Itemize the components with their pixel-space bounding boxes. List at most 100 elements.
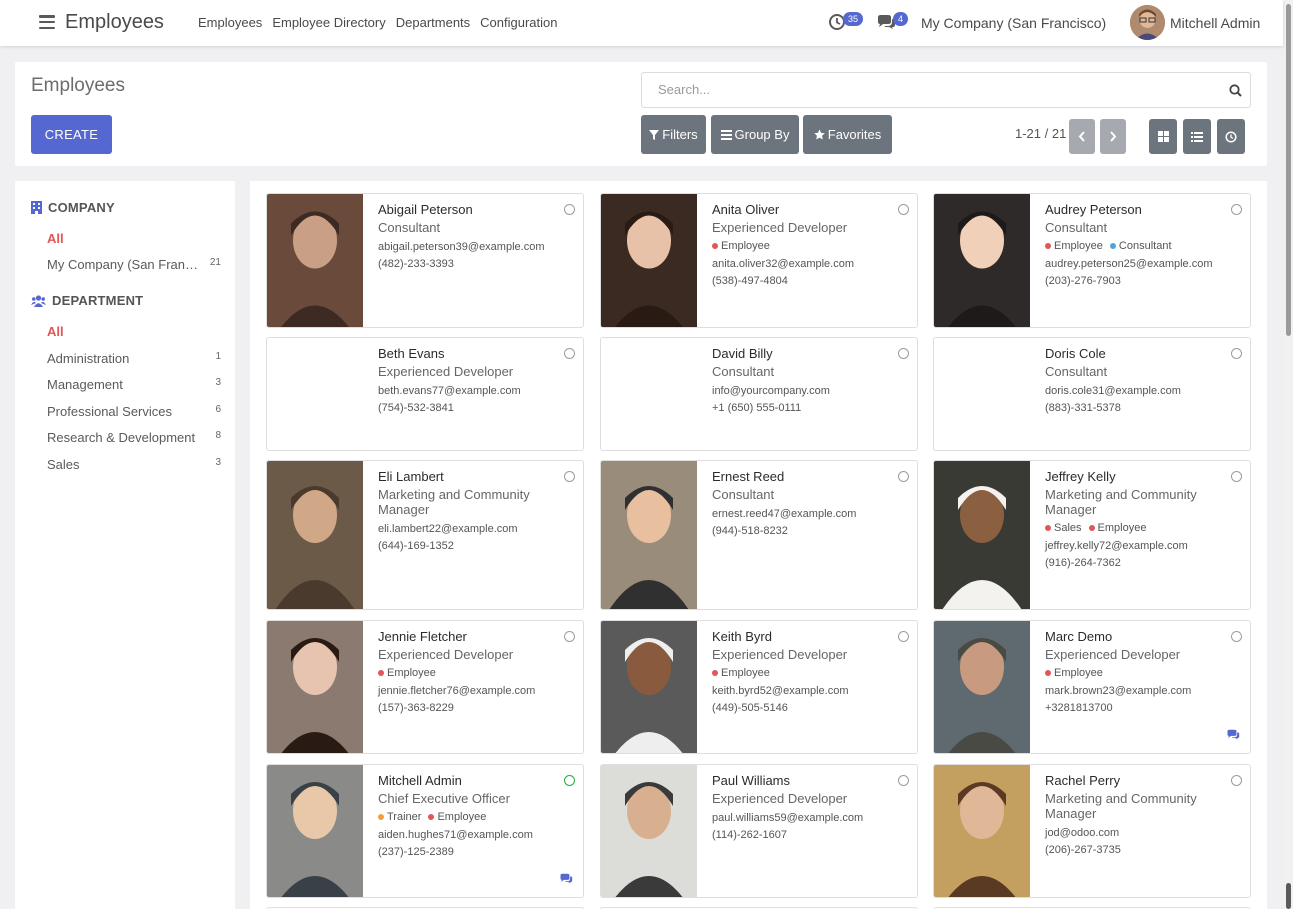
employee-email: eli.lambert22@example.com [378,523,518,535]
kanban-icon [1157,131,1169,142]
employee-photo [267,765,363,897]
department-filter-professional-services[interactable]: Professional Services 6 [47,404,221,419]
employee-name: Jeffrey Kelly [1045,469,1116,484]
group-by-button[interactable]: Group By [711,115,799,154]
chat-icon[interactable] [1226,728,1240,743]
company-filter-all[interactable]: All [47,231,221,246]
employee-card[interactable]: Rachel Perry Marketing and Community Mana… [933,764,1251,898]
employee-tag: Trainer [378,811,421,823]
employee-job-title: Chief Executive Officer [378,791,510,806]
menu-departments[interactable]: Departments [396,15,470,30]
employee-card[interactable]: Jennie Fletcher Experienced Developer Empl… [266,620,584,754]
offline-status-icon [564,204,575,215]
offline-status-icon [898,204,909,215]
employee-email: aiden.hughes71@example.com [378,829,533,841]
department-filter-administration[interactable]: Administration 1 [47,351,221,366]
user-menu[interactable]: Mitchell Admin [1170,15,1260,31]
scrollbar-thumb[interactable] [1286,4,1291,336]
department-filter-management[interactable]: Management 3 [47,377,221,392]
employee-card[interactable]: Abigail Peterson Consultant abigail.peters… [266,193,584,328]
employee-job-title: Experienced Developer [712,647,848,662]
employee-card[interactable]: Anita Oliver Experienced Developer Employe… [600,193,918,328]
page-scrollbar[interactable] [1285,0,1293,909]
activity-view-button[interactable] [1217,119,1245,154]
tag-color-dot [1045,525,1051,531]
scrollbar-thumb-lower[interactable] [1286,883,1291,909]
search-icon[interactable] [1229,84,1242,100]
employee-name: Abigail Peterson [378,202,473,217]
tag-label: Consultant [1118,240,1172,252]
list-view-button[interactable] [1183,119,1211,154]
employee-tags: Employee [378,667,578,679]
filters-label: Filters [662,127,698,142]
user-avatar[interactable] [1130,5,1165,40]
employee-info: Audrey Peterson Consultant Employee Consult… [1045,202,1245,287]
offline-status-icon [1231,204,1242,215]
top-navbar: Employees Employees Employee Directory D… [0,0,1283,46]
tag-color-dot [1088,525,1095,531]
department-filter-research-development[interactable]: Research & Development 8 [47,430,221,445]
create-button[interactable]: CREATE [31,115,112,154]
menu-employee-directory[interactable]: Employee Directory [272,15,385,30]
favorites-button[interactable]: Favorites [803,115,892,154]
employee-card[interactable]: David Billy Consultant info@yourcompany.co… [600,337,918,451]
filter-count: 8 [215,430,221,441]
employee-photo [934,765,1030,897]
employee-card[interactable]: Ernest Reed Consultant ernest.reed47@examp… [600,460,918,610]
employee-card[interactable]: Marc Demo Experienced Developer Employee ma… [933,620,1251,754]
search-input[interactable] [658,82,1198,97]
employee-card[interactable]: Mitchell Admin Chief Executive Officer Tra… [266,764,584,898]
menu-employees[interactable]: Employees [198,15,262,30]
kanban-view-button[interactable] [1149,119,1177,154]
app-title[interactable]: Employees [65,11,164,34]
filter-label: Administration [47,351,130,366]
company-filter-my-company[interactable]: My Company (San Francisco) 21 [47,257,221,272]
employee-card[interactable]: Doris Cole Consultant doris.cole31@example… [933,337,1251,451]
employee-kanban: Abigail Peterson Consultant abigail.peters… [250,181,1267,909]
employee-job-title: Experienced Developer [1045,647,1181,662]
employee-job-title: Marketing and Community Manager [1045,791,1197,821]
employee-job-title: Experienced Developer [378,364,514,379]
pager-value[interactable]: 1-21 / 21 [1015,126,1066,141]
employee-tags: Trainer Employee [378,811,578,823]
pager-previous-button[interactable] [1069,119,1095,154]
filter-label: Sales [47,457,80,472]
filter-count: 21 [209,257,221,268]
chat-icon[interactable] [559,872,573,887]
employee-email: ernest.reed47@example.com [712,508,857,520]
search-box [641,72,1251,108]
employee-job-title: Consultant [712,364,775,379]
employee-tags: Employee [1045,667,1245,679]
employee-email: paul.williams59@example.com [712,812,864,824]
employee-name: Doris Cole [1045,346,1106,361]
employee-card[interactable]: Audrey Peterson Consultant Employee Consult… [933,193,1251,328]
employee-phone: (482)-233-3393 [378,258,454,270]
employee-card[interactable]: Beth Evans Experienced Developer beth.evan… [266,337,584,451]
employee-card[interactable]: Keith Byrd Experienced Developer Employee k… [600,620,918,754]
tag-color-dot [712,670,718,676]
apps-menu-icon[interactable] [39,15,55,29]
department-filter-sales[interactable]: Sales 3 [47,457,221,472]
offline-status-icon [564,471,575,482]
message-badge: 4 [893,12,909,26]
tag-label: Employee [1054,240,1103,252]
filters-button[interactable]: Filters [641,115,706,154]
employee-tag: Employee [1045,667,1103,679]
breadcrumb: Employees [31,75,125,96]
employee-photo [934,621,1030,753]
bars-icon [720,129,732,140]
employee-name: Audrey Peterson [1045,202,1142,217]
employee-info: Paul Williams Experienced Developer paul.w… [712,773,912,841]
menu-configuration[interactable]: Configuration [480,15,557,30]
employee-card[interactable]: Jeffrey Kelly Marketing and Community Man… [933,460,1251,610]
offline-status-icon [1231,471,1242,482]
employee-card[interactable]: Eli Lambert Marketing and Community Manag… [266,460,584,610]
employee-info: Ernest Reed Consultant ernest.reed47@examp… [712,469,912,537]
department-filter-all[interactable]: All [47,324,221,339]
pager-next-button[interactable] [1100,119,1126,154]
company-switcher[interactable]: My Company (San Francisco) [921,15,1106,31]
employee-card[interactable]: Paul Williams Experienced Developer paul.w… [600,764,918,898]
chevron-right-icon [1110,131,1117,142]
employee-job-title: Marketing and Community Manager [1045,487,1197,517]
employee-email: audrey.peterson25@example.com [1045,258,1213,270]
